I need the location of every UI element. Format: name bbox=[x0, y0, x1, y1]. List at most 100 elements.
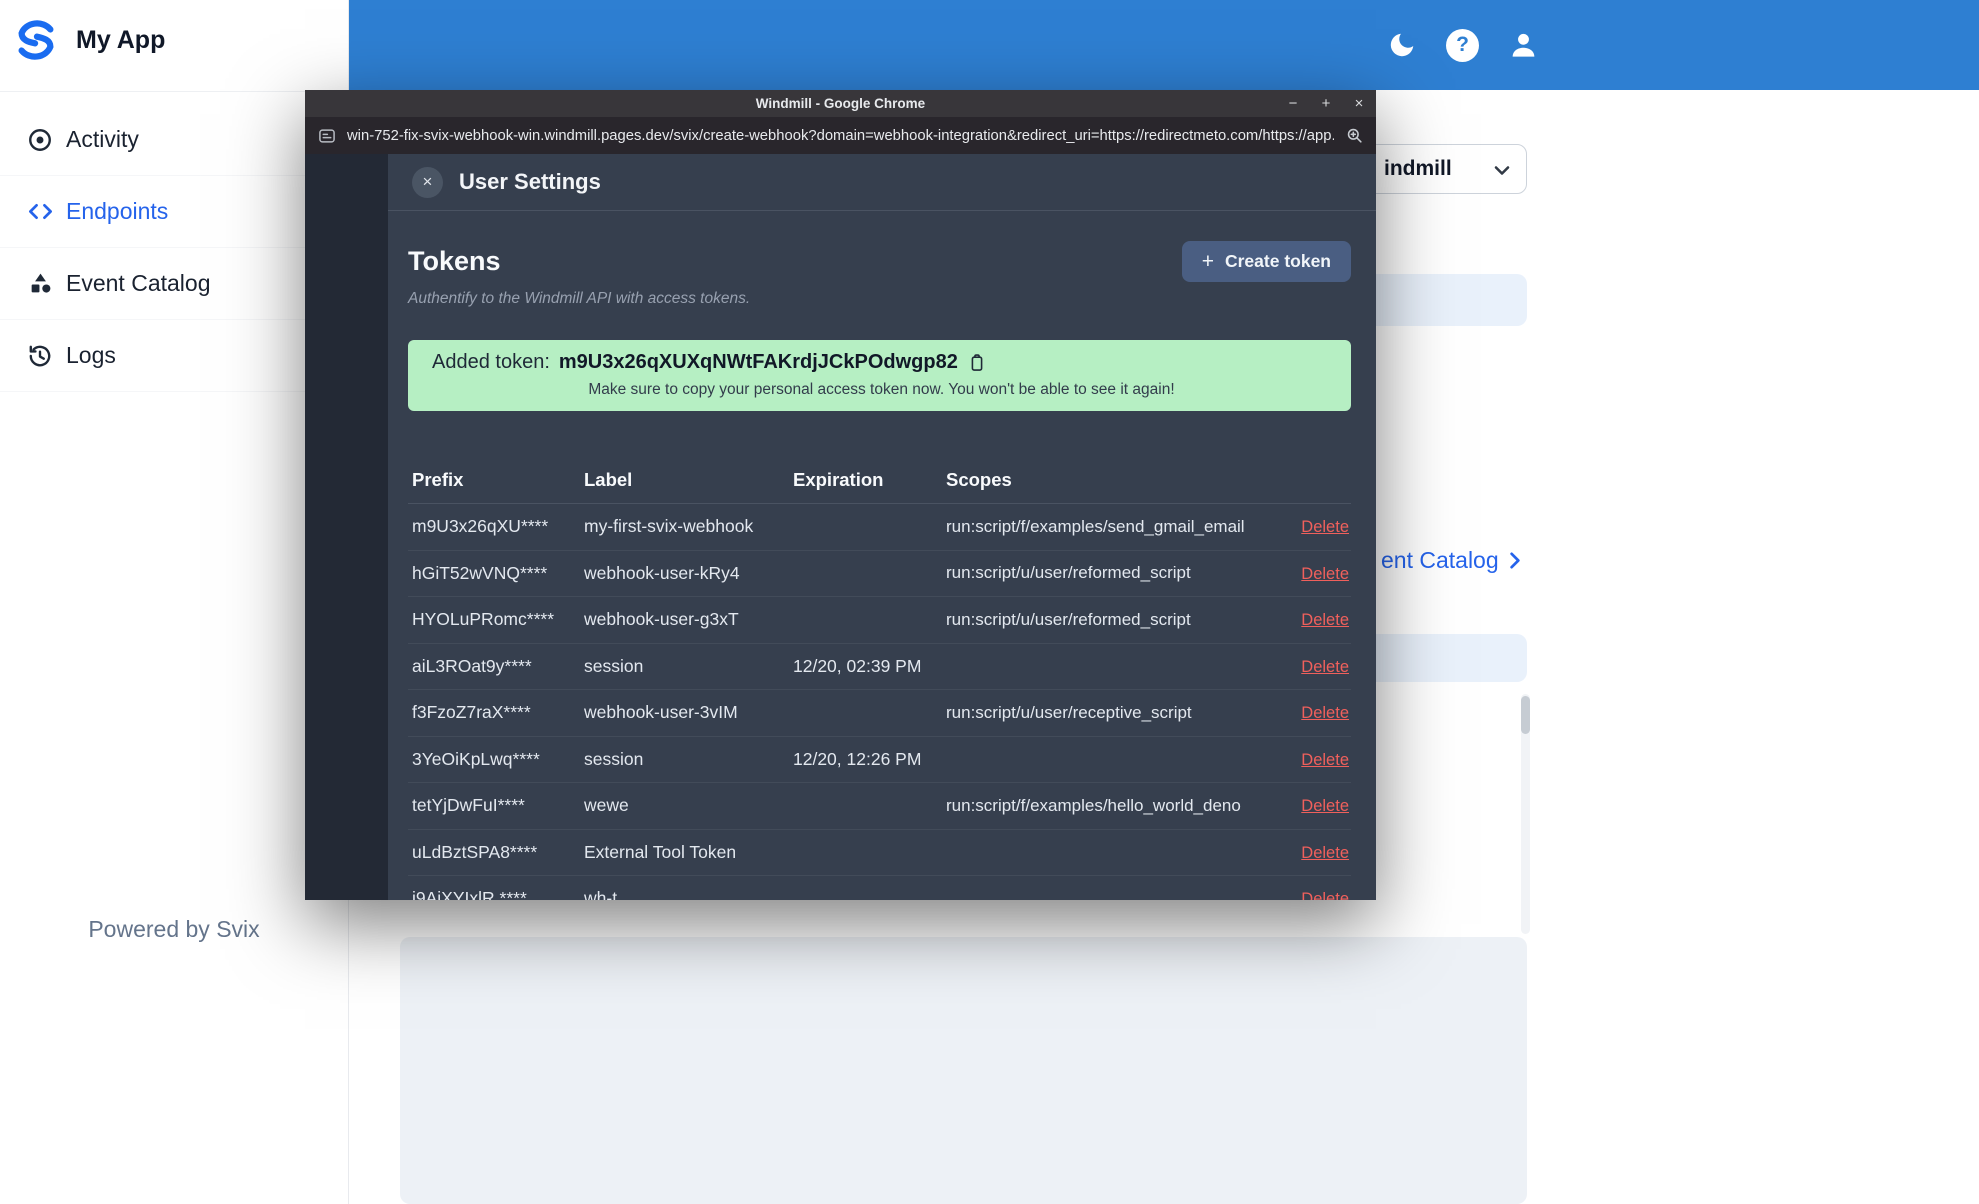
delete-token-link[interactable]: Delete bbox=[1301, 704, 1349, 722]
sidebar-item-label: Logs bbox=[66, 342, 116, 368]
chevron-right-icon bbox=[1509, 552, 1520, 569]
table-row: HYOLuPRomc**** webhook-user-g3xT run:scr… bbox=[408, 597, 1351, 644]
token-label: External Tool Token bbox=[584, 841, 737, 862]
alert-token-value: m9U3x26qXUXqNWtFAKrdjJCkPOdwgp82 bbox=[558, 351, 958, 373]
token-label: wh-t bbox=[584, 888, 618, 900]
delete-token-link[interactable]: Delete bbox=[1301, 751, 1349, 769]
window-maximize-button[interactable]: + bbox=[1319, 95, 1333, 112]
sidebar: My App Activity Endpoints Event Catalog … bbox=[0, 0, 349, 1204]
history-icon bbox=[26, 342, 54, 370]
chevron-down-icon bbox=[1490, 158, 1514, 187]
delete-token-link[interactable]: Delete bbox=[1301, 844, 1349, 862]
user-menu-button[interactable] bbox=[1507, 29, 1539, 61]
create-token-label: Create token bbox=[1224, 251, 1331, 271]
token-prefix: HYOLuPRomc**** bbox=[412, 609, 554, 630]
sidebar-item-logs[interactable]: Logs bbox=[0, 320, 348, 392]
sidebar-nav: Activity Endpoints Event Catalog Logs bbox=[0, 104, 348, 392]
sidebar-item-label: Activity bbox=[66, 126, 139, 152]
background-panel bbox=[400, 937, 1527, 1204]
delete-token-link[interactable]: Delete bbox=[1301, 565, 1349, 583]
topbar-icons: ? bbox=[1386, 0, 1539, 90]
table-row: aiL3ROat9y**** session 12/20, 02:39 PM D… bbox=[408, 644, 1351, 690]
delete-token-link[interactable]: Delete bbox=[1301, 890, 1349, 900]
sidebar-item-event-catalog[interactable]: Event Catalog bbox=[0, 248, 348, 320]
token-scopes: run:script/u/user/receptive_script bbox=[946, 702, 1192, 722]
url-text[interactable]: win-752-fix-svix-webhook-win.windmill.pa… bbox=[347, 128, 1334, 144]
event-catalog-link-label: ent Catalog bbox=[1381, 547, 1499, 573]
token-prefix: tetYjDwFuI**** bbox=[412, 795, 525, 816]
token-table-header: Prefix Label Expiration Scopes bbox=[408, 455, 1351, 504]
column-header-scopes: Scopes bbox=[946, 469, 1012, 490]
user-settings-drawer: × User Settings Tokens + Create token Au… bbox=[388, 154, 1376, 900]
window-controls: − + × bbox=[1286, 90, 1366, 117]
dark-mode-toggle[interactable] bbox=[1386, 29, 1418, 61]
token-label: my-first-svix-webhook bbox=[584, 516, 754, 537]
table-row: f3FzoZ7raX**** webhook-user-3vIM run:scr… bbox=[408, 690, 1351, 737]
delete-token-link[interactable]: Delete bbox=[1301, 518, 1349, 536]
drawer-content: Tokens + Create token Authentify to the … bbox=[388, 211, 1376, 900]
zoom-icon[interactable] bbox=[1344, 126, 1364, 146]
svix-logo-icon bbox=[12, 16, 60, 64]
drawer-close-button[interactable]: × bbox=[412, 166, 443, 198]
token-scopes: run:script/f/examples/hello_world_deno bbox=[946, 795, 1241, 815]
topbar: ? bbox=[349, 0, 1979, 90]
url-bar[interactable]: win-752-fix-svix-webhook-win.windmill.pa… bbox=[305, 117, 1376, 154]
category-icon bbox=[26, 270, 54, 298]
window-close-button[interactable]: × bbox=[1352, 95, 1366, 112]
window-titlebar[interactable]: Windmill - Google Chrome − + × bbox=[305, 90, 1376, 117]
tokens-heading: Tokens bbox=[408, 246, 501, 276]
alert-note: Make sure to copy your personal access t… bbox=[588, 381, 1175, 398]
token-prefix: 3YeOiKpLwq**** bbox=[412, 748, 540, 769]
sidebar-item-endpoints[interactable]: Endpoints bbox=[0, 176, 348, 248]
delete-token-link[interactable]: Delete bbox=[1301, 611, 1349, 629]
token-label: webhook-user-g3xT bbox=[584, 609, 739, 630]
tokens-subtitle: Authentify to the Windmill API with acce… bbox=[408, 290, 751, 307]
powered-by-svix: Powered by Svix bbox=[88, 916, 260, 942]
app-title: My App bbox=[76, 25, 166, 54]
code-brackets-icon bbox=[26, 198, 54, 226]
token-label: session bbox=[584, 748, 644, 769]
table-row: tetYjDwFuI**** wewe run:script/f/example… bbox=[408, 783, 1351, 830]
site-info-icon[interactable] bbox=[317, 126, 337, 146]
delete-token-link[interactable]: Delete bbox=[1301, 658, 1349, 676]
help-button[interactable]: ? bbox=[1446, 28, 1479, 62]
delete-token-link[interactable]: Delete bbox=[1301, 797, 1349, 815]
sidebar-item-label: Endpoints bbox=[66, 198, 169, 224]
plus-icon: + bbox=[1201, 249, 1214, 273]
sidebar-item-activity[interactable]: Activity bbox=[0, 104, 348, 176]
column-header-expiration: Expiration bbox=[793, 469, 884, 490]
table-row: 3YeOiKpLwq**** session 12/20, 12:26 PM D… bbox=[408, 737, 1351, 783]
sidebar-item-label: Event Catalog bbox=[66, 270, 211, 296]
token-prefix: i9AiXYIxlR.**** bbox=[412, 888, 527, 900]
browser-viewport: × User Settings Tokens + Create token Au… bbox=[305, 154, 1376, 900]
sidebar-divider bbox=[0, 91, 348, 92]
window-minimize-button[interactable]: − bbox=[1286, 95, 1300, 112]
token-label: session bbox=[584, 655, 644, 676]
copy-icon[interactable] bbox=[967, 353, 987, 373]
table-row: m9U3x26qXU**** my-first-svix-webhook run… bbox=[408, 504, 1351, 551]
activity-icon bbox=[26, 126, 54, 154]
token-scopes: run:script/u/user/reformed_script bbox=[946, 563, 1191, 583]
token-expiration: 12/20, 12:26 PM bbox=[793, 748, 922, 769]
token-table-body: m9U3x26qXU**** my-first-svix-webhook run… bbox=[408, 504, 1351, 900]
token-scopes: run:script/u/user/reformed_script bbox=[946, 609, 1191, 629]
scrollbar[interactable] bbox=[1521, 694, 1530, 934]
scrollbar-thumb[interactable] bbox=[1521, 696, 1530, 734]
app-logo-row: My App bbox=[12, 16, 165, 64]
token-label: webhook-user-3vIM bbox=[584, 702, 738, 723]
column-header-prefix: Prefix bbox=[412, 469, 464, 490]
alert-label: Added token: bbox=[432, 351, 550, 373]
token-prefix: m9U3x26qXU**** bbox=[412, 516, 549, 537]
window-title: Windmill - Google Chrome bbox=[755, 96, 926, 111]
token-prefix: uLdBztSPA8**** bbox=[412, 841, 538, 862]
token-scopes: run:script/f/examples/send_gmail_email bbox=[946, 516, 1245, 536]
token-prefix: f3FzoZ7raX**** bbox=[412, 702, 531, 723]
token-prefix: hGiT52wVNQ**** bbox=[412, 562, 548, 583]
drawer-header: × User Settings bbox=[388, 154, 1376, 211]
event-catalog-link[interactable]: ent Catalog bbox=[1381, 547, 1526, 574]
token-added-alert: Added token: m9U3x26qXUXqNWtFAKrdjJCkPOd… bbox=[408, 340, 1351, 411]
column-header-label: Label bbox=[584, 469, 633, 490]
token-expiration: 12/20, 02:39 PM bbox=[793, 655, 922, 676]
create-token-button[interactable]: + Create token bbox=[1181, 241, 1351, 282]
token-label: webhook-user-kRy4 bbox=[584, 562, 740, 583]
